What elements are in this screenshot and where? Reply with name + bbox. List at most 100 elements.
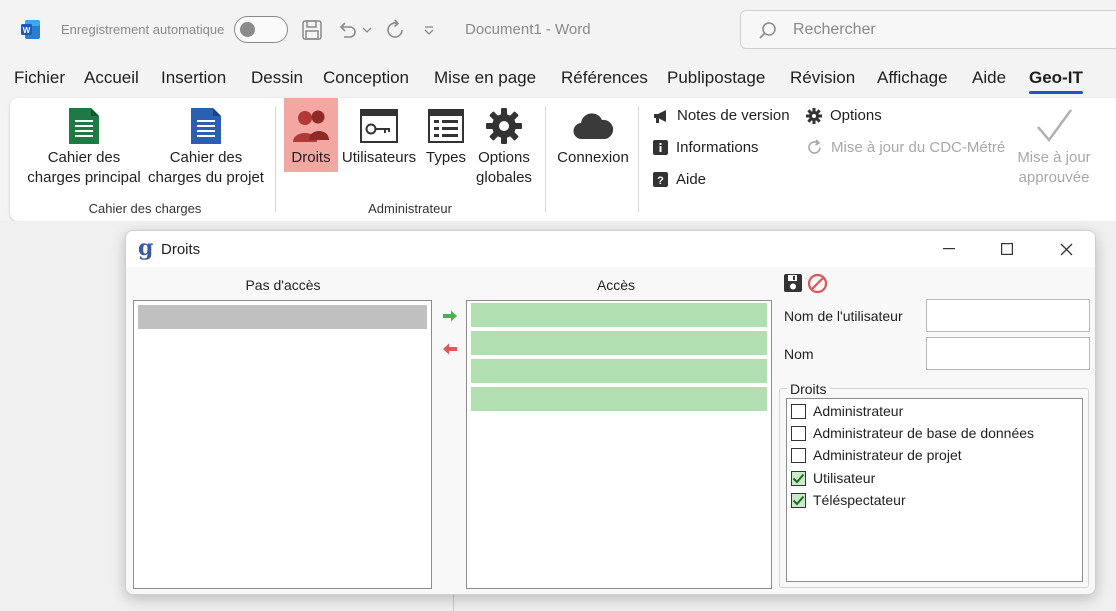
cdc-projet-label-1: Cahier des — [169, 149, 243, 166]
group-label-admin: Administrateur — [368, 201, 452, 216]
cdc-projet-button[interactable]: Cahier des charges du projet — [145, 104, 267, 188]
right-item-admin-projet[interactable]: Administrateur de projet — [791, 445, 962, 465]
cloud-icon — [554, 104, 632, 148]
move-to-no-access-button[interactable] — [441, 342, 459, 356]
info-icon — [653, 140, 668, 155]
options-globales-button[interactable]: Options globales — [472, 104, 536, 188]
users-icon — [284, 104, 338, 148]
informations-label: Informations — [676, 139, 759, 156]
user-key-window-icon — [341, 104, 417, 148]
tab-publipostage[interactable]: Publipostage — [667, 68, 765, 88]
tab-geo-it[interactable]: Geo-IT — [1029, 68, 1083, 94]
list-item[interactable] — [471, 359, 767, 383]
maj-cdc-button[interactable]: Mise à jour du CDC-Métré — [806, 139, 1005, 156]
redo-icon[interactable] — [383, 18, 407, 42]
arrow-right-icon — [443, 310, 457, 322]
right-label: Téléspectateur — [813, 492, 906, 508]
megaphone-icon — [654, 109, 666, 123]
aide-button[interactable]: ? Aide — [653, 171, 706, 188]
undo-dropdown-icon[interactable] — [362, 18, 372, 42]
document-title: Document1 - Word — [465, 21, 591, 38]
ribbon-panel: Cahier des charges principal Cahier des … — [10, 98, 1116, 221]
informations-button[interactable]: Informations — [653, 139, 759, 156]
list-item[interactable] — [471, 387, 767, 411]
types-button[interactable]: Types — [420, 104, 472, 168]
svg-text:W: W — [23, 26, 31, 35]
document-green-icon — [24, 104, 144, 148]
options-globales-label-1: Options — [478, 149, 530, 166]
connexion-label: Connexion — [557, 149, 629, 166]
checkbox-checked[interactable] — [791, 492, 806, 508]
ribbon-separator — [275, 106, 276, 212]
tab-conception[interactable]: Conception — [323, 68, 409, 88]
tab-mise-en-page[interactable]: Mise en page — [434, 68, 536, 88]
tab-affichage[interactable]: Affichage — [877, 68, 948, 88]
rights-legend: Droits — [787, 381, 830, 397]
checkbox[interactable] — [791, 425, 806, 441]
notes-version-button[interactable]: Notes de version — [653, 107, 790, 124]
list-item[interactable] — [471, 303, 767, 327]
arrow-left-icon — [443, 343, 457, 355]
autosave-label: Enregistrement automatique — [61, 22, 225, 37]
right-item-administrateur[interactable]: Administrateur — [791, 401, 903, 421]
list-item[interactable] — [471, 331, 767, 355]
search-box[interactable]: Rechercher — [740, 10, 1116, 49]
title-bar: W Enregistrement automatique Document1 -… — [0, 0, 1116, 62]
tab-aide[interactable]: Aide — [972, 68, 1006, 88]
tab-fichier[interactable]: Fichier — [14, 68, 65, 88]
right-item-admin-bdd[interactable]: Administrateur de base de données — [791, 423, 1034, 443]
autosave-toggle[interactable] — [234, 16, 288, 43]
options-label: Options — [830, 107, 882, 124]
aide-label: Aide — [676, 171, 707, 188]
maj-approuvee-label-2: approuvée — [1018, 169, 1090, 186]
checkbox[interactable] — [791, 447, 806, 463]
minimize-button[interactable] — [920, 231, 978, 267]
right-item-utilisateur[interactable]: Utilisateur — [791, 468, 875, 488]
name-input[interactable] — [926, 337, 1090, 370]
tab-revision[interactable]: Révision — [790, 68, 855, 88]
tab-dessin[interactable]: Dessin — [251, 68, 303, 88]
close-icon — [1060, 243, 1072, 255]
ribbon-separator — [545, 106, 546, 212]
user-name-input[interactable] — [926, 299, 1090, 332]
cancel-icon[interactable] — [807, 273, 828, 294]
right-item-telespectateur[interactable]: Téléspectateur — [791, 490, 906, 510]
check-icon — [792, 473, 805, 483]
checkmark-icon — [1010, 104, 1098, 148]
dialog-title: Droits — [161, 241, 201, 258]
options-globales-label-2: globales — [476, 169, 532, 186]
tab-insertion[interactable]: Insertion — [161, 68, 226, 88]
save-icon[interactable] — [301, 18, 323, 42]
cdc-principal-label-1: Cahier des — [47, 149, 121, 166]
tab-references[interactable]: Références — [561, 68, 648, 88]
list-window-icon — [420, 104, 472, 148]
close-button[interactable] — [1037, 231, 1095, 267]
right-label: Administrateur de projet — [813, 447, 962, 463]
notes-version-label: Notes de version — [677, 107, 790, 124]
utilisateurs-button[interactable]: Utilisateurs — [341, 104, 417, 168]
tab-accueil[interactable]: Accueil — [84, 68, 139, 88]
utilisateurs-label: Utilisateurs — [341, 149, 417, 166]
save-icon[interactable] — [783, 273, 803, 293]
minimize-icon — [943, 248, 955, 250]
droits-dialog: g Droits Pas d'accès Accès Nom de l'util… — [125, 230, 1096, 595]
no-access-header: Pas d'accès — [245, 277, 321, 293]
connexion-button[interactable]: Connexion — [554, 104, 632, 168]
options-button[interactable]: Options — [806, 107, 882, 124]
droits-button[interactable]: Droits — [284, 98, 338, 172]
cdc-projet-label-2: charges du projet — [148, 169, 264, 186]
maximize-icon — [1001, 243, 1013, 255]
maximize-button[interactable] — [978, 231, 1036, 267]
access-list[interactable] — [466, 300, 772, 589]
checkbox[interactable] — [791, 403, 806, 419]
undo-icon[interactable] — [336, 18, 358, 42]
move-to-access-button[interactable] — [441, 309, 459, 323]
maj-approuvee-button[interactable]: Mise à jour approuvée — [1010, 104, 1098, 188]
checkbox-checked[interactable] — [791, 470, 806, 486]
cdc-principal-button[interactable]: Cahier des charges principal — [24, 104, 144, 188]
list-item[interactable] — [138, 305, 427, 329]
right-label: Utilisateur — [813, 470, 876, 486]
no-access-list[interactable] — [133, 300, 432, 589]
customize-qat-icon[interactable] — [423, 18, 435, 42]
gear-icon — [472, 104, 536, 148]
